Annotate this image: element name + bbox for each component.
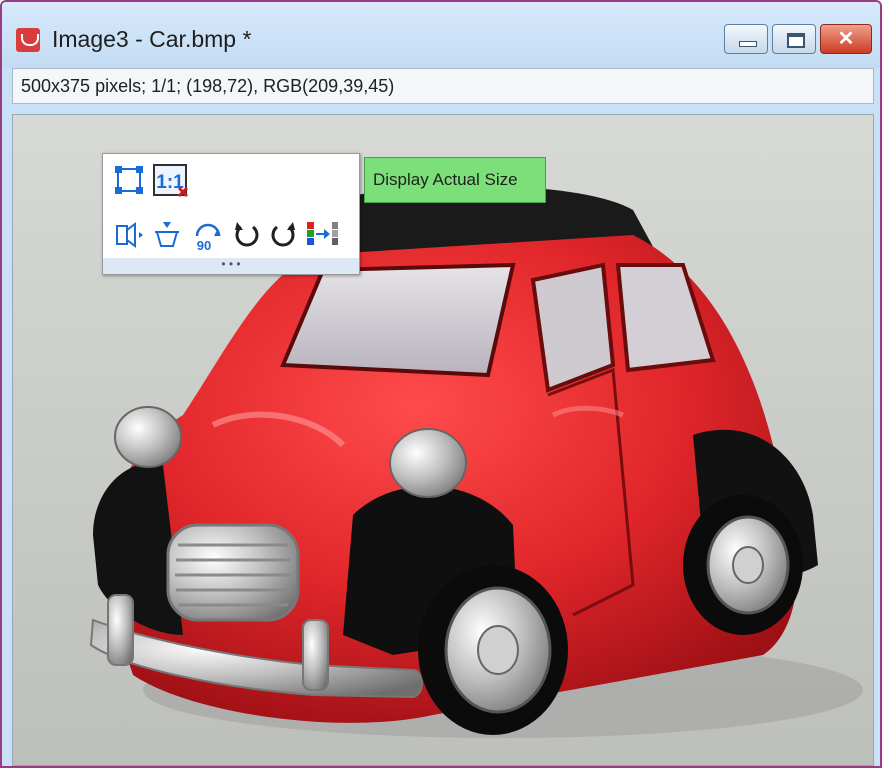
image-window: Image3 - Car.bmp * ✕ 500x375 pixels; 1/1… — [0, 0, 882, 768]
status-bar: 500x375 pixels; 1/1; (198,72), RGB(209,3… — [12, 68, 874, 104]
close-icon: ✕ — [837, 28, 855, 50]
image-toolbar: 1:1 90 • • • — [102, 153, 360, 275]
minimize-icon — [739, 41, 757, 47]
status-text: 500x375 pixels; 1/1; (198,72), RGB(209,3… — [21, 76, 395, 96]
rotate-90-icon[interactable]: 90 — [191, 218, 223, 253]
rotate-left-icon[interactable] — [231, 218, 263, 250]
title-bar[interactable]: Image3 - Car.bmp * ✕ — [2, 2, 880, 68]
fit-to-window-icon[interactable] — [113, 164, 145, 196]
flip-horizontal-icon[interactable] — [113, 218, 145, 250]
maximize-icon — [787, 33, 805, 48]
maximize-button[interactable] — [772, 24, 816, 54]
actual-size-button[interactable]: 1:1 — [153, 164, 189, 198]
rotate-90-label: 90 — [197, 238, 211, 252]
flip-vertical-icon[interactable] — [151, 218, 183, 250]
tooltip: Display Actual Size — [364, 157, 546, 203]
window-title: Image3 - Car.bmp * — [52, 26, 252, 52]
tooltip-text: Display Actual Size — [373, 170, 518, 189]
color-channel-icon[interactable] — [305, 218, 338, 250]
close-button[interactable]: ✕ — [820, 24, 872, 54]
app-logo-icon[interactable] — [16, 28, 40, 52]
minimize-button[interactable] — [724, 24, 768, 54]
toolbar-grip[interactable]: • • • — [103, 258, 359, 274]
rotate-right-icon[interactable] — [267, 218, 299, 250]
